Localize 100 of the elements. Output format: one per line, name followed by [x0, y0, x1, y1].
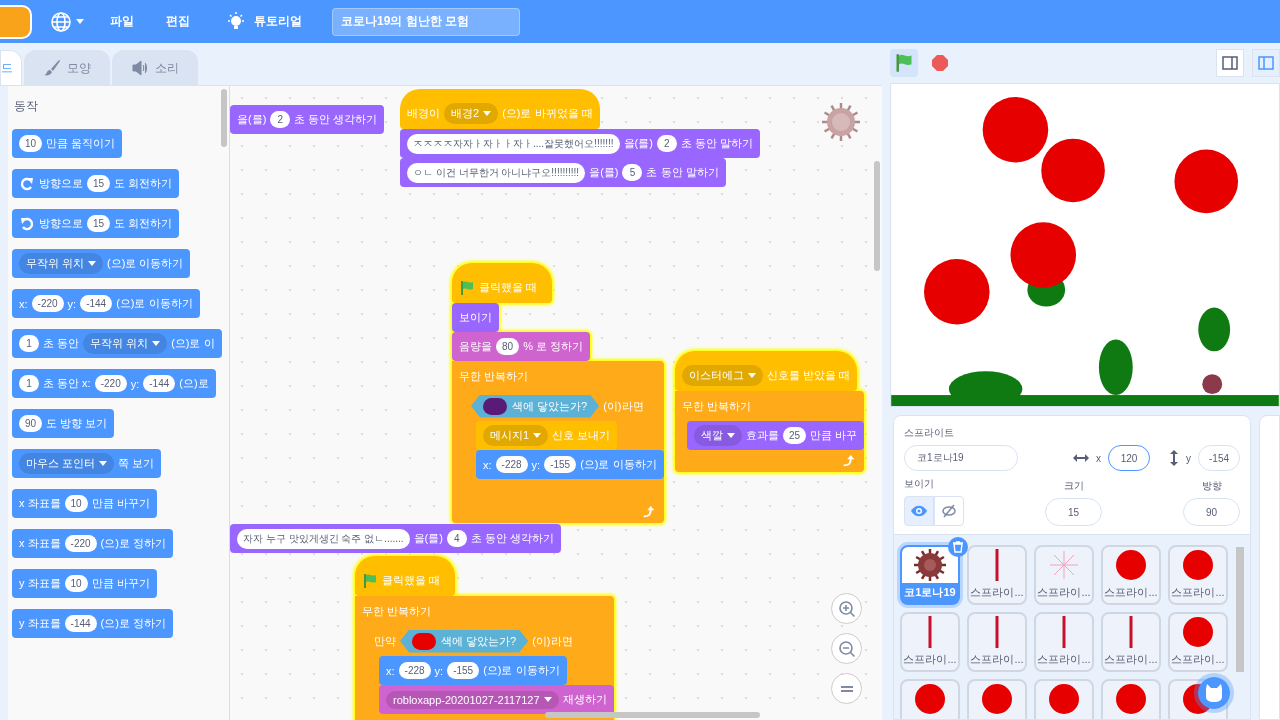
sprite-tile[interactable]: 스프라이... — [1168, 545, 1228, 605]
code-block[interactable]: 방향으로 15 도 회전하기 — [12, 169, 180, 198]
dropdown-menu[interactable]: 색깔 — [694, 425, 742, 446]
text-input[interactable]: ㅇㄴ 이건 너무한거 아니냐구오!!!!!!!!!! — [407, 162, 586, 183]
sprite-tile[interactable]: 스프라이... — [967, 545, 1027, 605]
code-block[interactable]: 색깔 효과를 25 만큼 바꾸 — [687, 421, 865, 450]
number-input[interactable]: -220 — [31, 295, 64, 312]
block-label: (으)로 이동하기 — [483, 663, 560, 678]
bar-icon — [995, 616, 999, 648]
code-block[interactable]: 10 만큼 움직이기 — [12, 129, 123, 158]
code-block[interactable]: x 좌표를 10 만큼 바꾸기 — [12, 489, 157, 518]
sprite-tile[interactable]: 스프라이... — [900, 612, 960, 672]
code-block[interactable]: 음량을 80 % 로 정하기 — [452, 332, 591, 361]
scrollbar[interactable] — [874, 161, 880, 271]
code-block[interactable]: robloxapp-20201027-2117127 재생하기 — [379, 685, 614, 714]
number-input[interactable]: 90 — [19, 415, 43, 432]
sprite-tile[interactable]: 스프라이... — [1101, 545, 1161, 605]
number-input[interactable]: 10 — [64, 495, 88, 512]
number-input[interactable]: 4 — [446, 530, 467, 547]
code-block[interactable]: 자자 누구 맛있게생긴 숙주 없ㄴ....... 을(를) 4 초 동안 생각하기 — [230, 524, 561, 553]
code-block[interactable]: x: -228 y: -155 (으)로 이동하기 — [476, 450, 664, 479]
dropdown-menu[interactable]: 무작위 위치 — [19, 253, 104, 274]
block-script[interactable]: 이스터에그 신호를 받았을 때 무한 반복하기 색깔 효과를 25 만큼 바꾸 — [675, 351, 865, 472]
code-block[interactable]: 을(를) 2 초 동안 생각하기 — [230, 105, 385, 134]
code-block[interactable]: 1 초 동안 x: -220 y: -144 (으)로 — [12, 369, 216, 398]
number-input[interactable]: 5 — [622, 164, 643, 181]
text-input[interactable]: 자자 누구 맛있게생긴 숙주 없ㄴ....... — [237, 528, 410, 549]
sprite-tile[interactable]: 스프라이... — [1168, 612, 1228, 672]
scrollbar[interactable] — [1236, 547, 1244, 672]
number-input[interactable]: -220 — [94, 375, 127, 392]
sprite-tile[interactable]: 스프라이... — [1034, 545, 1094, 605]
code-block[interactable]: 무작위 위치 (으)로 이동하기 — [12, 249, 191, 278]
color-swatch[interactable] — [412, 632, 436, 650]
number-input[interactable]: 2 — [656, 135, 677, 152]
sprite-name-field[interactable]: 코1로나19 — [904, 445, 1018, 471]
code-block[interactable]: ㅈㅈㅈㅈ자자ㅏ자ㅏㅏ자ㅏ....잘못했어오!!!!!!! 을(를) 2 초 동안 말하기 — [400, 129, 760, 158]
zoom-in-button[interactable] — [831, 593, 862, 624]
code-block[interactable]: 마우스 포인터 쪽 보기 — [12, 449, 162, 478]
dropdown-menu[interactable]: 무작위 위치 — [83, 333, 168, 354]
number-input[interactable]: -144 — [143, 375, 176, 392]
large-stage-button[interactable] — [1252, 49, 1280, 77]
number-input[interactable]: -228 — [398, 662, 431, 679]
show-button[interactable] — [904, 496, 934, 526]
add-sprite-button[interactable] — [1194, 673, 1234, 713]
caret-icon — [152, 341, 161, 346]
logo-icon[interactable] — [0, 4, 32, 39]
number-input[interactable]: -155 — [544, 456, 577, 473]
code-block[interactable]: 1 초 동안 무작위 위치 (으)로 이 — [12, 329, 222, 358]
number-input[interactable]: -144 — [80, 295, 113, 312]
block-script[interactable]: 배경이 배경2 (으)로 바뀌었을 때 ㅈㅈㅈㅈ자자ㅏ자ㅏㅏ자ㅏ....잘못했어오!!!!!!! 을(를) 2 초 동안 말하기 ㅇㄴ 이건 너무한거 아니냐구오!!!!!!!!!! 을(를) 5 초 동안 말하기 — [400, 89, 760, 187]
number-input[interactable]: 2 — [270, 111, 291, 128]
number-input[interactable]: -228 — [495, 456, 528, 473]
number-input[interactable]: -155 — [447, 662, 480, 679]
small-stage-button[interactable] — [1216, 49, 1244, 77]
number-input[interactable]: 80 — [496, 338, 520, 355]
number-input[interactable]: -144 — [64, 615, 97, 632]
forever-block[interactable]: 무한 반복하기 만약 색에 닿았는가? (이)라면 x: -228 y: -155 (으)로 이동하기 robloxapp-20201027-2117127 재생하기 — [355, 596, 614, 720]
number-input[interactable]: 25 — [783, 427, 807, 444]
number-input[interactable]: 10 — [19, 135, 43, 152]
circle-icon — [1048, 683, 1080, 715]
dropdown-menu[interactable]: 마우스 포인터 — [19, 453, 115, 474]
code-block[interactable]: 보이기 — [452, 303, 499, 332]
scrollbar[interactable] — [545, 712, 760, 718]
sprite-tile[interactable]: 스프라이... — [1034, 612, 1094, 672]
delete-button[interactable] — [948, 537, 968, 557]
scrollbar[interactable] — [221, 89, 227, 147]
number-input[interactable]: 15 — [87, 215, 111, 232]
forever-block[interactable]: 무한 반복하기 색에 닿았는가? (이)라면 메시지1 신호 보내기 x: -228 y: -155 (으)로 이동하기 — [452, 361, 664, 523]
code-block[interactable]: 방향으로 15 도 회전하기 — [12, 209, 180, 238]
sprite-tile[interactable]: 스프라이... — [967, 612, 1027, 672]
sprite-tile[interactable]: 스프라이... — [1101, 612, 1161, 672]
number-input[interactable]: 1 — [19, 335, 39, 352]
code-block[interactable]: x: -228 y: -155 (으)로 이동하기 — [379, 656, 567, 685]
hide-button[interactable] — [934, 496, 964, 526]
block-label: 만약 — [374, 633, 396, 649]
y-position-field[interactable]: -154 — [1198, 445, 1240, 471]
code-block[interactable]: ㅇㄴ 이건 너무한거 아니냐구오!!!!!!!!!! 을(를) 5 초 동안 말하기 — [400, 158, 726, 187]
code-block[interactable]: x 좌표를 -220 (으)로 정하기 — [12, 529, 173, 558]
block-script[interactable]: 클릭했을 때 무한 반복하기 만약 색에 닿았는가? (이)라면 x: -228 y: -155 (으)로 이동하기 robloxapp-20201027-2117127 재생하기 — [355, 556, 614, 720]
zoom-reset-button[interactable] — [831, 673, 862, 704]
flag-button[interactable] — [890, 49, 918, 77]
zoom-out-icon — [837, 639, 856, 658]
number-input[interactable]: -220 — [64, 535, 97, 552]
zoom-out-button[interactable] — [831, 633, 862, 664]
number-input[interactable]: 1 — [19, 375, 39, 392]
direction-field[interactable]: 90 — [1183, 498, 1240, 526]
x-position-field[interactable]: 120 — [1108, 445, 1150, 471]
dropdown-menu[interactable]: robloxapp-20201027-2117127 — [386, 690, 559, 709]
code-block[interactable]: x: -220 y: -144 (으)로 이동하기 — [12, 289, 200, 318]
color-swatch[interactable] — [483, 397, 507, 415]
code-block[interactable]: y 좌표를 10 만큼 바꾸기 — [12, 569, 157, 598]
block-label: 무한 반복하기 — [682, 398, 752, 414]
size-field[interactable]: 15 — [1045, 498, 1102, 526]
code-block[interactable]: 90 도 방향 보기 — [12, 409, 115, 438]
block-script[interactable]: 클릭했을 때 보이기 음량을 80 % 로 정하기 무한 반복하기 색에 닿았는가? (이)라면 메시지1 신호 보내기 x: -228 y: -155 (으)로 이동하기 — [452, 263, 664, 523]
text-input[interactable]: ㅈㅈㅈㅈ자자ㅏ자ㅏㅏ자ㅏ....잘못했어오!!!!!!! — [407, 133, 620, 154]
code-block[interactable]: y 좌표를 -144 (으)로 정하기 — [12, 609, 173, 638]
forever-block[interactable]: 무한 반복하기 색깔 효과를 25 만큼 바꾸 — [675, 391, 865, 472]
number-input[interactable]: 10 — [64, 575, 88, 592]
number-input[interactable]: 15 — [87, 175, 111, 192]
